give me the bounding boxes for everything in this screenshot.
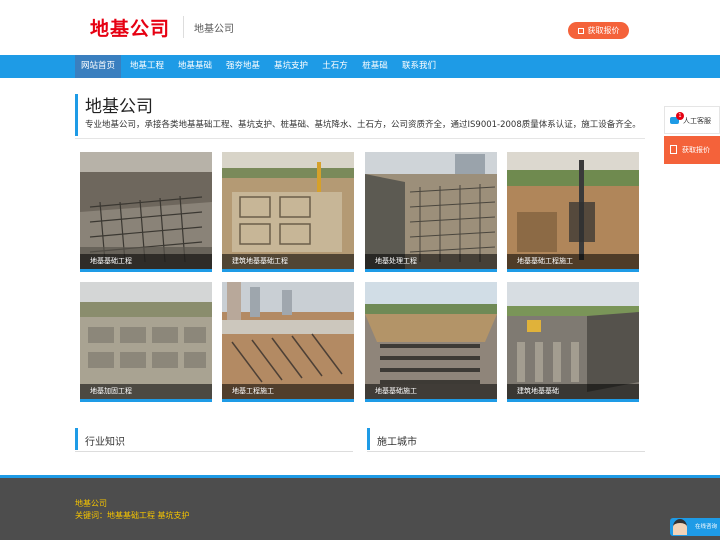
- nav-item-earthwork[interactable]: 土石方: [315, 55, 355, 78]
- main-nav: 网站首页 地基工程 地基基础 强夯地基 基坑支护 土石方 桩基础 联系我们: [0, 55, 720, 78]
- gallery-caption: 地基工程施工: [222, 384, 354, 399]
- nav-item-foundation-engineering[interactable]: 地基工程: [123, 55, 171, 78]
- cities-accent-bar: [367, 428, 370, 450]
- online-consult-button[interactable]: 在线咨询: [670, 518, 720, 536]
- nav-item-foundation[interactable]: 地基基础: [171, 55, 219, 78]
- gallery-caption: 地基基础施工: [365, 384, 497, 399]
- document-icon: [670, 145, 677, 154]
- gallery-card-6[interactable]: 地基工程施工: [222, 282, 354, 402]
- get-quote-button[interactable]: 获取报价: [568, 22, 629, 39]
- gallery-caption: 地基基础工程施工: [507, 254, 639, 269]
- customer-service-button[interactable]: 1 人工客服: [664, 106, 720, 134]
- construction-cities-title[interactable]: 施工城市: [377, 433, 417, 448]
- gallery-caption: 地基处理工程: [365, 254, 497, 269]
- site-footer: 地基公司 关键词：地基基础工程 基坑支护: [0, 475, 720, 540]
- gallery-card-8[interactable]: 建筑地基基础: [507, 282, 639, 402]
- side-float-panel: 1 人工客服 获取报价: [664, 106, 720, 164]
- intro-title: 地基公司: [85, 97, 153, 117]
- industry-knowledge-title[interactable]: 行业知识: [85, 433, 125, 448]
- logo-divider: [183, 16, 184, 38]
- notification-badge: 1: [676, 112, 684, 120]
- construction-photo: [80, 282, 212, 399]
- intro-text: 专业地基公司，承接各类地基基础工程、基坑支护、桩基础、基坑降水、土石方，公司资质…: [85, 120, 641, 130]
- gallery-card-7[interactable]: 地基基础施工: [365, 282, 497, 402]
- intro-accent-bar: [75, 94, 78, 136]
- construction-photo: [80, 152, 212, 269]
- nav-item-contact[interactable]: 联系我们: [395, 55, 443, 78]
- site-logo[interactable]: 地基公司: [90, 14, 170, 41]
- construction-photo: [365, 152, 497, 269]
- gallery-caption: 建筑地基基础工程: [222, 254, 354, 269]
- nav-item-dynamic-compaction[interactable]: 强夯地基: [219, 55, 267, 78]
- nav-item-pit-support[interactable]: 基坑支护: [267, 55, 315, 78]
- nav-item-home[interactable]: 网站首页: [75, 55, 121, 78]
- side-quote-label: 获取报价: [682, 146, 710, 154]
- gallery-card-2[interactable]: 建筑地基基础工程: [222, 152, 354, 272]
- construction-photo: [507, 152, 639, 269]
- knowledge-accent-bar: [75, 428, 78, 450]
- construction-photo: [507, 282, 639, 399]
- gallery-card-1[interactable]: 地基基础工程: [80, 152, 212, 272]
- gallery-caption: 地基基础工程: [80, 254, 212, 269]
- nav-item-pile-foundation[interactable]: 桩基础: [355, 55, 395, 78]
- construction-photo: [365, 282, 497, 399]
- intro-divider: [75, 138, 645, 139]
- gallery-card-4[interactable]: 地基基础工程施工: [507, 152, 639, 272]
- side-quote-button[interactable]: 获取报价: [664, 136, 720, 164]
- agent-avatar: [673, 519, 687, 535]
- site-subtitle: 地基公司: [194, 24, 234, 35]
- knowledge-divider: [75, 451, 353, 452]
- get-quote-label: 获取报价: [587, 26, 620, 35]
- gallery-card-5[interactable]: 地基加固工程: [80, 282, 212, 402]
- footer-keywords: 关键词：地基基础工程 基坑支护: [75, 511, 190, 520]
- customer-service-label: 人工客服: [683, 117, 711, 125]
- site-header: 地基公司 地基公司 获取报价: [0, 0, 720, 55]
- construction-photo: [222, 152, 354, 269]
- cities-divider: [367, 451, 645, 452]
- gallery-card-3[interactable]: 地基处理工程: [365, 152, 497, 272]
- gallery-caption: 地基加固工程: [80, 384, 212, 399]
- gallery-caption: 建筑地基基础: [507, 384, 639, 399]
- construction-photo: [222, 282, 354, 399]
- quote-icon: [577, 28, 584, 34]
- footer-company-name: 地基公司: [75, 499, 107, 508]
- online-consult-label: 在线咨询: [694, 524, 717, 530]
